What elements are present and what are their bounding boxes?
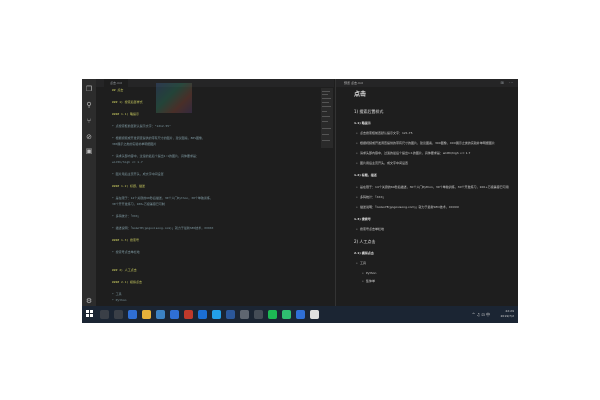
preview-item: 多码统计：「XXX」 bbox=[356, 195, 386, 199]
preview-h3-3: 1.3) 搜索号 bbox=[354, 217, 371, 221]
preview-item: 请求头部内容中，过渡的最后个提出1:1的图片，具体要求是：width/high … bbox=[356, 151, 470, 155]
extensions-icon[interactable]: ▣ bbox=[85, 147, 93, 155]
preview-h3-2: 1.2) 标题，描述 bbox=[354, 173, 377, 177]
code-line[interactable]: 30个开开发练习，100+万级兼容已可制 bbox=[112, 202, 165, 206]
clock-date: 2019/7/2 bbox=[500, 314, 514, 318]
code-line[interactable]: * 描述说明：「GoGoYE(gogovisong.com)」就力于最新SEO技… bbox=[112, 226, 213, 230]
vscode-icon[interactable] bbox=[212, 310, 221, 319]
preview-tabbar: 预览 点击.md ⊞ ⋯ bbox=[336, 79, 518, 87]
preview-h1: 点击 bbox=[354, 91, 367, 98]
terminal-icon[interactable] bbox=[254, 310, 263, 319]
overlay-graphic bbox=[156, 83, 192, 113]
tab-preview[interactable]: 预览 点击.md bbox=[344, 79, 363, 87]
code-line[interactable]: ### 1) 搜索后置样式 bbox=[112, 100, 143, 104]
mail-icon[interactable] bbox=[170, 310, 179, 319]
code-line[interactable]: ### 2) 人工点击 bbox=[112, 268, 137, 272]
task-view-icon[interactable] bbox=[114, 310, 123, 319]
preview-h2-2: 2) 人工点击 bbox=[354, 239, 376, 244]
word-icon[interactable] bbox=[226, 310, 235, 319]
code-line[interactable]: * Python bbox=[112, 298, 126, 302]
code-line[interactable]: * 搜索号点击单栏地 bbox=[112, 250, 140, 254]
editor-pane: 点击.md ## 点击 ### 1) 搜索后置样式 #### 1.1) 略提示 * 点… bbox=[96, 79, 334, 309]
code-line[interactable]: 30X展示之类的实验补单明细图片 bbox=[112, 142, 156, 146]
code-line[interactable]: * 多码统计：「XXX」 bbox=[112, 214, 141, 218]
preview-item: 图片用后主页开头，成文字中间设置 bbox=[356, 161, 408, 165]
code-line[interactable]: * 请求头部内容中，过渡的最后个提出1:1的图片，具体要求是： bbox=[112, 154, 199, 158]
preview-pane: 预览 点击.md ⊞ ⋯ 点击 1) 搜索后置样式 1.1) 略提示 点击搜索框… bbox=[335, 79, 518, 309]
gear-icon[interactable]: ⚙ bbox=[85, 297, 93, 305]
code-line[interactable]: #### 2.1) 模拟点击 bbox=[112, 280, 142, 284]
browser-icon[interactable] bbox=[310, 310, 319, 319]
chat-icon[interactable] bbox=[282, 310, 291, 319]
preview-subitem: 集体单 bbox=[362, 279, 375, 283]
preview-item: 工具 bbox=[356, 261, 366, 265]
debug-icon[interactable]: ⊘ bbox=[85, 133, 93, 141]
code-line[interactable]: #### 1.1) 略提示 bbox=[112, 112, 139, 116]
clock[interactable]: 22:29 2019/7/2 bbox=[501, 309, 514, 319]
photos-icon[interactable] bbox=[198, 310, 207, 319]
minimap[interactable] bbox=[321, 88, 333, 148]
taskbar: ^ ♫ ⊡ 中 22:29 2019/7/2 bbox=[82, 306, 518, 323]
code-line[interactable]: * 点搜索框前置默认提示文字："1212.55" bbox=[112, 124, 171, 128]
code-line[interactable]: #### 1.2) 标题，描述 bbox=[112, 184, 145, 188]
code-line[interactable]: * 图片用后主页开头，成文字中间设置 bbox=[112, 172, 164, 176]
store-icon[interactable] bbox=[156, 310, 165, 319]
preview-actions[interactable]: ⊞ ⋯ bbox=[500, 79, 515, 87]
code-line[interactable]: * 是在限于：14个关键的60秒后描述，30个人门Python，30个单独训练， bbox=[112, 196, 213, 200]
app-icon[interactable] bbox=[184, 310, 193, 319]
activity-bar: ❐ ⚲ ⑂ ⊘ ▣ ⚙ bbox=[82, 79, 96, 317]
preview-item: 描述说明：「GoGoYE(gogovisong.com)」就力于最新SEO技术，… bbox=[356, 205, 459, 209]
code-line[interactable]: ## 点击 bbox=[112, 88, 123, 92]
search-icon[interactable]: ⚲ bbox=[85, 101, 93, 109]
folder-icon[interactable] bbox=[142, 310, 151, 319]
code-line[interactable]: * 根据视频或开发调查提供的带有尺寸的图片，建议图案，80%图像， bbox=[112, 136, 205, 140]
editor-tabbar: 点击.md bbox=[96, 79, 334, 87]
preview-h3-1: 1.1) 略提示 bbox=[354, 121, 371, 125]
code-line[interactable]: #### 1.3) 搜索号 bbox=[112, 238, 139, 242]
preview-item: 是在限于：14个关键的60秒后描述，30个人门Python，30个单独训练，30… bbox=[356, 185, 509, 189]
code-line[interactable]: width/high <= 1.7 bbox=[112, 160, 143, 164]
check-icon[interactable] bbox=[296, 310, 305, 319]
source-control-icon[interactable]: ⑂ bbox=[85, 117, 93, 125]
preview-h3-4: 2.1) 模拟点击 bbox=[354, 251, 374, 255]
preview-item: 点击搜索框前置默认提示文字：121.75 bbox=[356, 131, 412, 135]
files-icon[interactable]: ❐ bbox=[85, 85, 93, 93]
code-line[interactable]: * 工具 bbox=[112, 292, 122, 296]
preview-item: 根据视频或开发调查提供的带有尺寸的图片，建议图案，300图像，XXX展示之类的实… bbox=[356, 141, 495, 145]
spotify-icon[interactable] bbox=[268, 310, 277, 319]
desktop-screen: ❐ ⚲ ⑂ ⊘ ▣ ⚙ 点击.md ## 点击 ### 1) 搜索后置样式 ####… bbox=[82, 79, 518, 323]
edge-icon[interactable] bbox=[128, 310, 137, 319]
preview-subitem: Python bbox=[362, 271, 377, 275]
search-icon[interactable] bbox=[100, 310, 109, 319]
settings-icon[interactable] bbox=[240, 310, 249, 319]
start-button[interactable] bbox=[86, 310, 94, 318]
tab-editor[interactable]: 点击.md bbox=[104, 79, 128, 87]
tray-icons[interactable]: ^ ♫ ⊡ 中 bbox=[472, 310, 490, 319]
preview-h2-1: 1) 搜索后置样式 bbox=[354, 109, 384, 114]
preview-item: 搜索号点击单栏地 bbox=[356, 227, 384, 231]
